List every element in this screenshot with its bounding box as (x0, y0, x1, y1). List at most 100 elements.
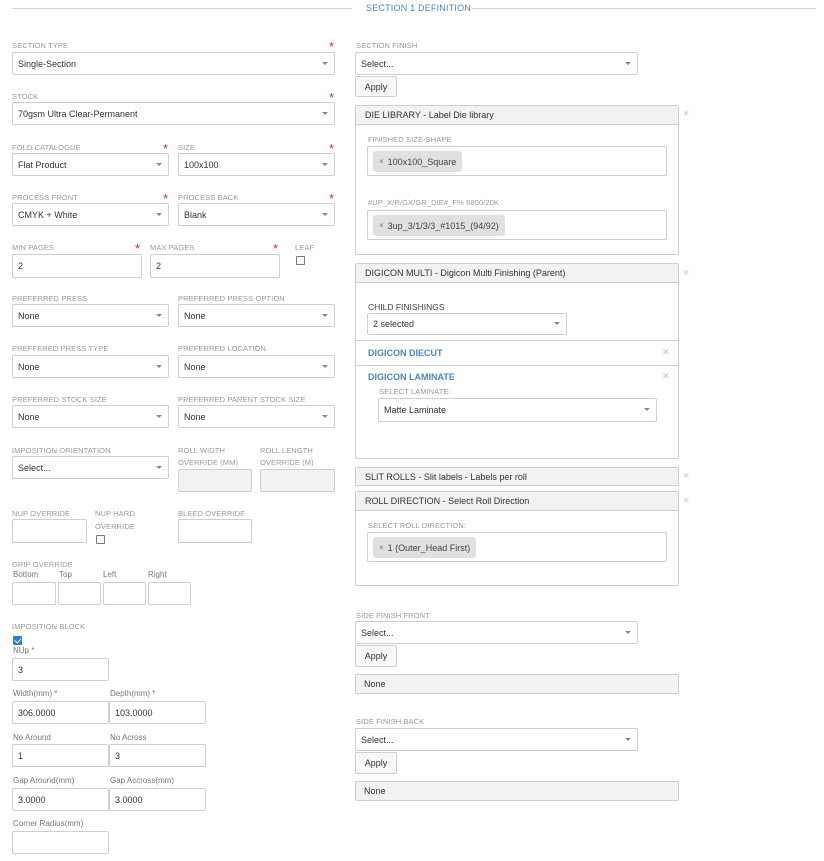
section-finish-apply-button[interactable]: Apply (355, 76, 397, 97)
roll-direction-panel: ROLL DIRECTION - Select Roll Direction S… (355, 491, 679, 586)
side-finish-back-apply-button[interactable]: Apply (355, 752, 397, 774)
gap-across-input[interactable]: 3.0000 (109, 788, 206, 811)
roll-width-override-input[interactable] (178, 469, 252, 492)
preferred-press-option-value: None (184, 310, 206, 321)
nup-override-input[interactable] (12, 519, 87, 543)
chevron-down-icon (644, 408, 650, 411)
depth-input[interactable]: 103.0000 (109, 701, 206, 724)
imposition-orientation-select[interactable]: Select... (12, 456, 169, 479)
gap-around-label: Gap Around(mm) (13, 776, 75, 785)
grip-bottom-label: Bottom (13, 570, 39, 579)
no-around-input[interactable]: 1 (12, 744, 109, 767)
finished-size-field[interactable]: × 100x100_Square (367, 146, 667, 176)
grip-top-input[interactable] (58, 582, 101, 605)
leaf-checkbox[interactable] (296, 256, 305, 265)
remove-tag-icon[interactable]: × (379, 543, 384, 552)
gap-across-label: Gap Accross(mm) (110, 776, 175, 785)
remove-tag-icon[interactable]: × (379, 157, 384, 166)
no-across-value: 3 (115, 750, 121, 761)
grip-right-input[interactable] (148, 582, 191, 605)
max-pages-value: 2 (156, 261, 162, 271)
die-library-panel: DIE LIBRARY - Label Die library FINISHED… (355, 105, 679, 255)
grip-override-label: GRIP OVERRIDE (12, 560, 73, 569)
chevron-down-icon (322, 162, 328, 166)
preferred-parent-stock-size-select[interactable]: None (178, 405, 335, 428)
process-front-value: CMYK + White (18, 209, 78, 220)
title-rule-left (12, 8, 352, 9)
close-icon[interactable]: × (683, 109, 689, 120)
chevron-down-icon (322, 364, 328, 368)
size-label: SIZE (178, 143, 196, 152)
slit-rolls-panel: SLIT ROLLS - Slit labels - Labels per ro… (355, 467, 679, 486)
min-pages-input[interactable]: 2 (12, 254, 142, 278)
no-around-label: No Around (13, 733, 51, 742)
width-value: 306.0000 (18, 707, 56, 718)
grip-left-input[interactable] (103, 582, 146, 605)
remove-tag-icon[interactable]: × (379, 221, 384, 230)
max-pages-input[interactable]: 2 (150, 254, 280, 278)
side-finish-front-select[interactable]: Select... (355, 621, 638, 644)
section-finish-value: Select... (361, 58, 394, 69)
nup-input[interactable]: 3 (12, 658, 109, 681)
close-icon[interactable]: × (662, 369, 670, 382)
close-icon[interactable]: × (662, 345, 670, 358)
depth-label: Depth(mm) * (110, 689, 156, 698)
process-front-select[interactable]: CMYK + White (12, 203, 169, 226)
close-icon[interactable]: × (683, 268, 689, 279)
process-back-select[interactable]: Blank (178, 203, 335, 226)
preferred-press-option-label: PREFERRED PRESS OPTION (178, 294, 285, 303)
grip-bottom-input[interactable] (12, 582, 56, 605)
fold-catalogue-select[interactable]: Flat Product (12, 153, 169, 176)
chevron-down-icon (625, 630, 631, 634)
close-icon[interactable]: × (683, 496, 689, 507)
depth-value: 103.0000 (115, 707, 153, 718)
digicon-multi-title: DIGICON MULTI - Digicon Multi Finishing … (365, 268, 566, 278)
nup-hard-override-checkbox[interactable] (96, 535, 105, 544)
preferred-location-select[interactable]: None (178, 355, 335, 378)
finished-size-label: FINISHED SIZE-SHAPE (368, 135, 452, 144)
width-input[interactable]: 306.0000 (12, 701, 109, 724)
imposition-orientation-value: Select... (18, 462, 51, 473)
bleed-override-input[interactable] (178, 519, 252, 543)
digicon-laminate-title: DIGICON LAMINATE (368, 372, 455, 382)
no-across-input[interactable]: 3 (109, 744, 206, 767)
select-roll-direction-label: SELECT ROLL DIRECTION: (368, 521, 467, 530)
preferred-stock-size-select[interactable]: None (12, 405, 169, 428)
size-select[interactable]: 100x100 (178, 153, 335, 176)
corner-radius-input[interactable] (12, 831, 109, 854)
no-around-value: 1 (18, 750, 24, 761)
chevron-down-icon (156, 414, 162, 418)
side-finish-front-result: None (355, 674, 679, 694)
grip-right-label: Right (148, 570, 167, 579)
stock-select[interactable]: 70gsm Ultra Clear-Permanent (12, 102, 335, 125)
section-finish-select[interactable]: Select... (355, 52, 638, 75)
min-pages-value: 2 (18, 261, 24, 271)
roll-direction-tag[interactable]: × 1 (Outer_Head First) (373, 537, 477, 558)
close-icon[interactable]: × (683, 471, 689, 482)
preferred-press-type-select[interactable]: None (12, 355, 169, 378)
die-library-header: DIE LIBRARY - Label Die library (356, 106, 678, 125)
chevron-down-icon (322, 414, 328, 418)
section-type-select[interactable]: Single-Section (12, 52, 335, 75)
gap-around-input[interactable]: 3.0000 (12, 788, 109, 811)
chevron-down-icon (156, 364, 162, 368)
preferred-press-value: None (18, 310, 40, 321)
preferred-location-value: None (184, 361, 206, 372)
nup-hard-override-label-2: OVERRIDE (95, 522, 135, 531)
roll-direction-field[interactable]: × 1 (Outer_Head First) (367, 532, 667, 562)
up-die-field[interactable]: × 3up_3/1/3/3_#1015_(94/92) (367, 210, 667, 240)
child-finishings-select[interactable]: 2 selected (367, 313, 567, 335)
section-title: SECTION 1 DEFINITION (366, 3, 472, 13)
preferred-press-option-select[interactable]: None (178, 304, 335, 327)
side-finish-front-apply-button[interactable]: Apply (355, 645, 397, 667)
select-laminate-select[interactable]: Matte Laminate (378, 398, 657, 422)
side-finish-back-select[interactable]: Select... (355, 728, 638, 751)
section-type-label: SECTION TYPE (12, 41, 69, 50)
up-die-tag[interactable]: × 3up_3/1/3/3_#1015_(94/92) (373, 215, 505, 236)
roll-length-label-2: OVERRIDE (M) (260, 458, 314, 467)
imposition-block-checkbox[interactable] (13, 636, 22, 645)
roll-length-override-input[interactable] (260, 469, 335, 492)
chevron-down-icon (156, 465, 162, 469)
preferred-press-select[interactable]: None (12, 304, 169, 327)
finished-size-tag[interactable]: × 100x100_Square (373, 151, 463, 172)
